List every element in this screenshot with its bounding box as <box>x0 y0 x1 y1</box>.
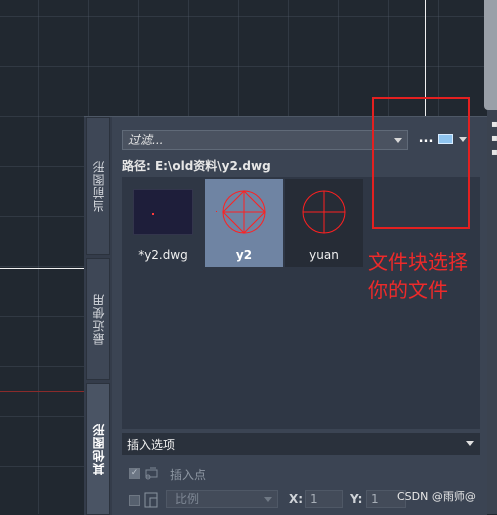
chevron-down-icon <box>264 497 272 502</box>
axis-line <box>0 391 86 392</box>
tab-label: 当前图形 <box>91 160 106 212</box>
scale-x-field[interactable]: 1 <box>305 490 343 508</box>
insert-point-icon <box>145 467 158 480</box>
watermark: CSDN @雨师@ <box>397 490 476 503</box>
insert-point-checkbox[interactable]: ✓ <box>129 468 140 479</box>
scale-checkbox[interactable] <box>129 495 140 506</box>
insert-point-row: ✓ 插入点 <box>122 463 480 483</box>
palette-tabs: 当前图形 最近使用 其他图形 <box>84 117 112 515</box>
drawing-preview-icon <box>133 189 193 235</box>
scale-combo[interactable]: 比例 <box>166 490 278 508</box>
circle-cross-block-icon <box>302 190 346 234</box>
scale-x-label: X: <box>289 492 304 506</box>
block-label: y2 <box>235 248 253 262</box>
insert-point-label: 插入点 <box>170 468 207 482</box>
block-tile[interactable]: yuan <box>285 179 363 267</box>
chevron-down-icon <box>466 441 474 446</box>
annotation-line: 你的文件 <box>368 278 448 302</box>
tab-recent[interactable]: 最近使用 <box>86 258 110 380</box>
right-panel-tab[interactable] <box>484 0 497 110</box>
annotation-line: 文件块选择 <box>368 250 468 274</box>
insert-options-label: 插入选项 <box>127 438 176 452</box>
scale-combo-value: 比例 <box>175 492 200 506</box>
block-label: *y2.dwg <box>138 248 188 262</box>
annotation-highlight-box <box>372 97 470 229</box>
scale-icon <box>144 492 158 508</box>
tab-label: 其他图形 <box>91 423 106 475</box>
block-tile[interactable]: y2 <box>205 179 283 267</box>
filter-placeholder: 过滤... <box>128 133 164 147</box>
annotation-text: 文件块选择 你的文件 <box>368 248 468 304</box>
right-panel-glyphs: ▪ ▪ ▪ <box>491 119 497 158</box>
circle-diamond-block-icon <box>216 190 266 234</box>
tab-label: 最近使用 <box>91 293 106 345</box>
tab-current-drawing[interactable]: 当前图形 <box>86 117 110 255</box>
block-tile[interactable]: *y2.dwg <box>124 179 202 267</box>
insert-options-header[interactable]: 插入选项 <box>122 433 480 455</box>
scale-y-label: Y: <box>350 492 363 506</box>
crosshair-horizontal <box>0 268 86 269</box>
tab-other-drawings[interactable]: 其他图形 <box>86 383 110 515</box>
filter-combo[interactable]: 过滤... <box>122 130 408 150</box>
block-label: yuan <box>309 248 339 262</box>
file-path-label: 路径: E:\old资料\y2.dwg <box>122 159 271 173</box>
